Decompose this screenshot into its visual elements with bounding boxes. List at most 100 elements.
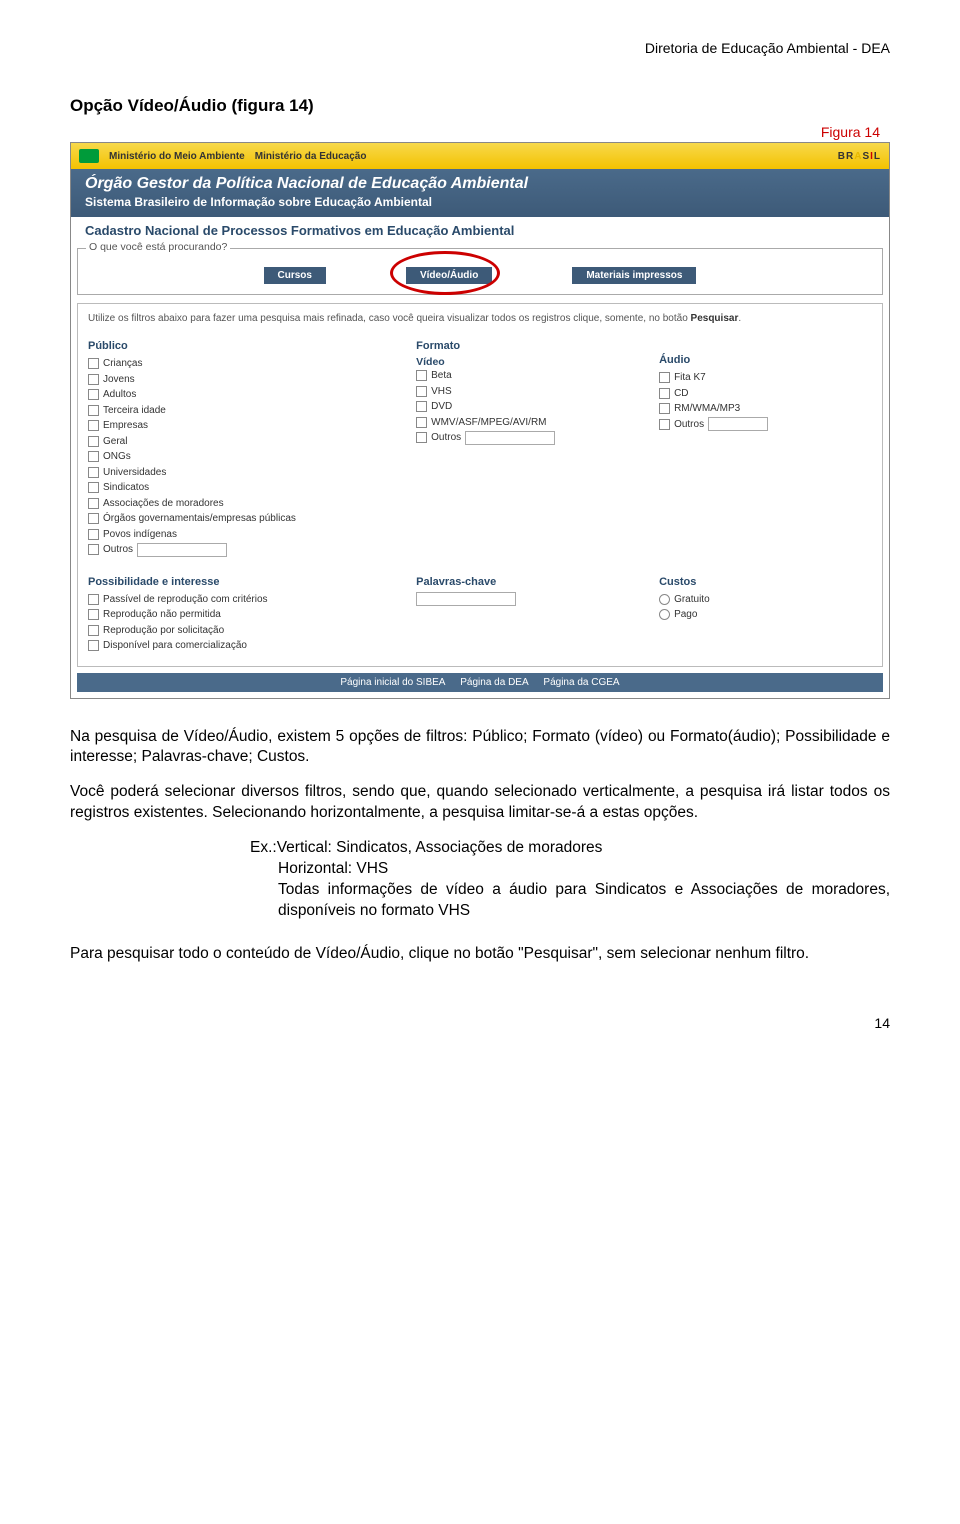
- publico-label: Crianças: [103, 356, 142, 372]
- checkbox-icon[interactable]: [416, 417, 427, 428]
- checkbox-icon[interactable]: [416, 401, 427, 412]
- checkbox-icon[interactable]: [88, 451, 99, 462]
- col-formato: Formato Vídeo BetaVHSDVDWMV/ASF/MPEG/AVI…: [416, 340, 629, 558]
- para-3: Para pesquisar todo o conteúdo de Vídeo/…: [70, 944, 890, 965]
- formato-label: DVD: [431, 399, 452, 415]
- site-banner: Órgão Gestor da Política Nacional de Edu…: [71, 169, 889, 217]
- poss-item[interactable]: Reprodução por solicitação: [88, 623, 386, 639]
- col-palavras: Palavras-chave: [416, 576, 629, 654]
- checkbox-icon[interactable]: [659, 372, 670, 383]
- checkbox-icon[interactable]: [416, 386, 427, 397]
- checkbox-icon[interactable]: [88, 374, 99, 385]
- footer-link-dea[interactable]: Página da DEA: [460, 677, 528, 688]
- publico-item[interactable]: Jovens: [88, 372, 386, 388]
- para-1: Na pesquisa de Vídeo/Áudio, existem 5 op…: [70, 727, 890, 769]
- formato-item[interactable]: VHS: [416, 384, 629, 400]
- publico-label: Associações de moradores: [103, 496, 224, 512]
- checkbox-icon[interactable]: [88, 405, 99, 416]
- col-audio: Áudio Fita K7CDRM/WMA/MP3 Outros: [659, 340, 872, 558]
- publico-label: Órgãos governamentais/empresas públicas: [103, 511, 296, 527]
- tab-cursos[interactable]: Cursos: [264, 267, 326, 284]
- poss-item[interactable]: Reprodução não permitida: [88, 607, 386, 623]
- footer-link-sibea[interactable]: Página inicial do SIBEA: [340, 677, 445, 688]
- poss-item[interactable]: Disponível para comercialização: [88, 638, 386, 654]
- palavras-input[interactable]: [416, 592, 516, 606]
- checkbox-icon[interactable]: [88, 482, 99, 493]
- checkbox-icon[interactable]: [88, 467, 99, 478]
- audio-item[interactable]: RM/WMA/MP3: [659, 401, 872, 417]
- publico-item[interactable]: Empresas: [88, 418, 386, 434]
- screenshot-figure: Ministério do Meio Ambiente Ministério d…: [70, 142, 890, 699]
- checkbox-icon[interactable]: [659, 419, 670, 430]
- checkbox-icon[interactable]: [416, 432, 427, 443]
- publico-label: Sindicatos: [103, 480, 149, 496]
- col-publico: Público CriançasJovensAdultosTerceira id…: [88, 340, 386, 558]
- footer-link-cgea[interactable]: Página da CGEA: [543, 677, 619, 688]
- palavras-heading: Palavras-chave: [416, 576, 629, 588]
- publico-item[interactable]: Povos indígenas: [88, 527, 386, 543]
- radio-icon[interactable]: [659, 609, 670, 620]
- publico-item[interactable]: Terceira idade: [88, 403, 386, 419]
- audio-heading: Áudio: [659, 354, 872, 366]
- audio-item[interactable]: CD: [659, 386, 872, 402]
- audio-item[interactable]: Fita K7: [659, 370, 872, 386]
- doc-header: Diretoria de Educação Ambiental - DEA: [70, 40, 890, 56]
- publico-outros-row[interactable]: Outros: [88, 542, 386, 558]
- audio-outros-row[interactable]: Outros: [659, 417, 872, 433]
- checkbox-icon[interactable]: [88, 436, 99, 447]
- checkbox-icon[interactable]: [88, 609, 99, 620]
- checkbox-icon[interactable]: [88, 513, 99, 524]
- radio-icon[interactable]: [659, 594, 670, 605]
- publico-label: Povos indígenas: [103, 527, 177, 543]
- ministry-1: Ministério do Meio Ambiente: [109, 151, 245, 162]
- checkbox-icon[interactable]: [659, 403, 670, 414]
- page-subtitle: Cadastro Nacional de Processos Formativo…: [71, 217, 889, 244]
- checkbox-icon[interactable]: [88, 625, 99, 636]
- checkbox-icon[interactable]: [88, 544, 99, 555]
- checkbox-icon[interactable]: [88, 389, 99, 400]
- formato-outros-row[interactable]: Outros: [416, 430, 629, 446]
- publico-item[interactable]: Sindicatos: [88, 480, 386, 496]
- checkbox-icon[interactable]: [88, 529, 99, 540]
- formato-item[interactable]: WMV/ASF/MPEG/AVI/RM: [416, 415, 629, 431]
- publico-label: Adultos: [103, 387, 136, 403]
- figure-label: Figura 14: [70, 124, 890, 140]
- custos-pago[interactable]: Pago: [659, 607, 872, 623]
- checkbox-icon[interactable]: [88, 640, 99, 651]
- para-2: Você poderá selecionar diversos filtros,…: [70, 782, 890, 824]
- tab-video-audio-label: Vídeo/Áudio: [420, 270, 478, 281]
- col-possibilidade: Possibilidade e interesse Passível de re…: [88, 576, 386, 654]
- publico-item[interactable]: Crianças: [88, 356, 386, 372]
- checkbox-icon[interactable]: [88, 594, 99, 605]
- custos-pago-label: Pago: [674, 607, 697, 623]
- publico-item[interactable]: Adultos: [88, 387, 386, 403]
- section-title: Opção Vídeo/Áudio (figura 14): [70, 96, 890, 116]
- audio-label: RM/WMA/MP3: [674, 401, 740, 417]
- checkbox-icon[interactable]: [416, 370, 427, 381]
- publico-item[interactable]: Geral: [88, 434, 386, 450]
- filter-instructions: Utilize os filtros abaixo para fazer uma…: [88, 312, 872, 326]
- checkbox-icon[interactable]: [88, 498, 99, 509]
- publico-item[interactable]: ONGs: [88, 449, 386, 465]
- checkbox-icon[interactable]: [659, 388, 670, 399]
- checkbox-icon[interactable]: [88, 358, 99, 369]
- tab-video-audio[interactable]: Vídeo/Áudio: [406, 267, 492, 284]
- formato-item[interactable]: DVD: [416, 399, 629, 415]
- tab-materiais[interactable]: Materiais impressos: [572, 267, 696, 284]
- publico-item[interactable]: Universidades: [88, 465, 386, 481]
- formato-outros-input[interactable]: [465, 431, 555, 445]
- publico-outros-input[interactable]: [137, 543, 227, 557]
- audio-outros-label: Outros: [674, 417, 704, 433]
- search-fieldset: O que você está procurando? Cursos Vídeo…: [77, 248, 883, 295]
- formato-sub: Vídeo: [416, 356, 629, 368]
- checkbox-icon[interactable]: [88, 420, 99, 431]
- audio-outros-input[interactable]: [708, 417, 768, 431]
- formato-label: Beta: [431, 368, 452, 384]
- poss-item[interactable]: Passível de reprodução com critérios: [88, 592, 386, 608]
- publico-item[interactable]: Associações de moradores: [88, 496, 386, 512]
- custos-heading: Custos: [659, 576, 872, 588]
- fieldset-legend: O que você está procurando?: [86, 241, 230, 253]
- formato-item[interactable]: Beta: [416, 368, 629, 384]
- publico-item[interactable]: Órgãos governamentais/empresas públicas: [88, 511, 386, 527]
- custos-gratuito[interactable]: Gratuito: [659, 592, 872, 608]
